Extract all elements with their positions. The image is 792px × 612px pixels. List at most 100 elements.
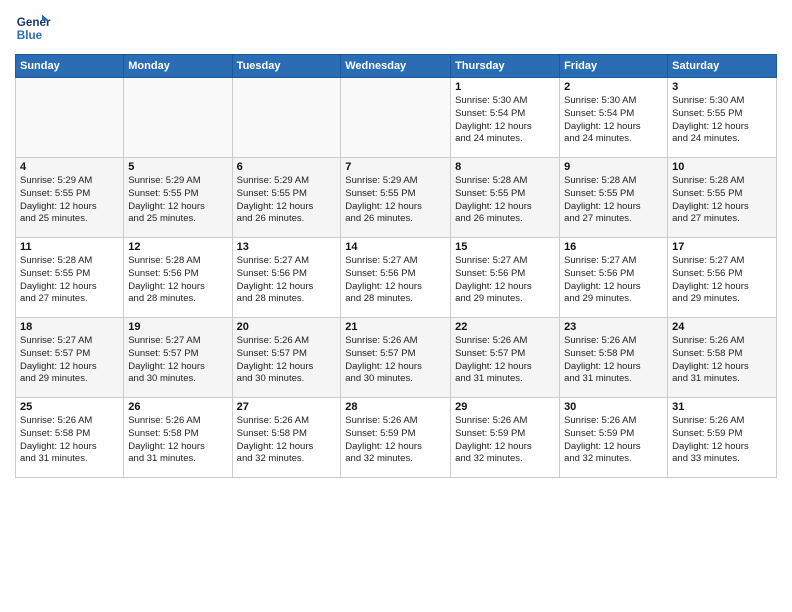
calendar-cell: 9 Sunrise: 5:28 AMSunset: 5:55 PMDaylight… (560, 158, 668, 238)
day-info: Sunrise: 5:27 AMSunset: 5:56 PMDaylight:… (564, 255, 663, 306)
calendar-table: SundayMondayTuesdayWednesdayThursdayFrid… (15, 54, 777, 478)
day-info: Sunrise: 5:27 AMSunset: 5:56 PMDaylight:… (237, 255, 337, 306)
day-number: 8 (455, 161, 555, 173)
day-number: 3 (672, 81, 772, 93)
calendar-cell (341, 78, 451, 158)
day-info: Sunrise: 5:30 AMSunset: 5:54 PMDaylight:… (564, 95, 663, 146)
calendar-cell: 12 Sunrise: 5:28 AMSunset: 5:56 PMDayligh… (124, 238, 232, 318)
calendar-cell: 6 Sunrise: 5:29 AMSunset: 5:55 PMDaylight… (232, 158, 341, 238)
day-info: Sunrise: 5:28 AMSunset: 5:55 PMDaylight:… (455, 175, 555, 226)
calendar-cell (124, 78, 232, 158)
day-number: 17 (672, 241, 772, 253)
calendar-cell: 23Sunrise: 5:26 AMSunset: 5:58 PMDayligh… (560, 318, 668, 398)
calendar-cell: 31 Sunrise: 5:26 AMSunset: 5:59 PMDayligh… (668, 398, 777, 478)
day-info: Sunrise: 5:26 AMSunset: 5:59 PMDaylight:… (564, 415, 663, 466)
day-number: 1 (455, 81, 555, 93)
day-number: 25 (20, 401, 119, 413)
day-info: Sunrise: 5:26 AMSunset: 5:59 PMDaylight:… (672, 415, 772, 466)
day-info: Sunrise: 5:27 AMSunset: 5:56 PMDaylight:… (455, 255, 555, 306)
day-info: Sunrise: 5:27 AMSunset: 5:57 PMDaylight:… (128, 335, 227, 386)
calendar-cell: 30 Sunrise: 5:26 AMSunset: 5:59 PMDayligh… (560, 398, 668, 478)
day-number: 10 (672, 161, 772, 173)
day-number: 2 (564, 81, 663, 93)
day-info: Sunrise: 5:26 AMSunset: 5:57 PMDaylight:… (455, 335, 555, 386)
day-number: 4 (20, 161, 119, 173)
logo-icon: General Blue (15, 10, 51, 46)
calendar-cell: 14 Sunrise: 5:27 AMSunset: 5:56 PMDayligh… (341, 238, 451, 318)
calendar-cell: 19 Sunrise: 5:27 AMSunset: 5:57 PMDayligh… (124, 318, 232, 398)
day-number: 11 (20, 241, 119, 253)
day-info: Sunrise: 5:30 AMSunset: 5:54 PMDaylight:… (455, 95, 555, 146)
week-row-4: 25 Sunrise: 5:26 AMSunset: 5:58 PMDayligh… (16, 398, 777, 478)
header-thursday: Thursday (451, 55, 560, 78)
day-number: 29 (455, 401, 555, 413)
calendar-cell: 24 Sunrise: 5:26 AMSunset: 5:58 PMDayligh… (668, 318, 777, 398)
day-number: 30 (564, 401, 663, 413)
day-info: Sunrise: 5:27 AMSunset: 5:56 PMDaylight:… (672, 255, 772, 306)
header-saturday: Saturday (668, 55, 777, 78)
calendar-cell: 27 Sunrise: 5:26 AMSunset: 5:58 PMDayligh… (232, 398, 341, 478)
day-number: 14 (345, 241, 446, 253)
calendar-cell: 16 Sunrise: 5:27 AMSunset: 5:56 PMDayligh… (560, 238, 668, 318)
day-info: Sunrise: 5:29 AMSunset: 5:55 PMDaylight:… (237, 175, 337, 226)
day-number: 26 (128, 401, 227, 413)
day-number: 21 (345, 321, 446, 333)
day-info: Sunrise: 5:26 AMSunset: 5:59 PMDaylight:… (345, 415, 446, 466)
calendar-cell: 4 Sunrise: 5:29 AMSunset: 5:55 PMDaylight… (16, 158, 124, 238)
calendar-cell: 21 Sunrise: 5:26 AMSunset: 5:57 PMDayligh… (341, 318, 451, 398)
week-row-2: 11 Sunrise: 5:28 AMSunset: 5:55 PMDayligh… (16, 238, 777, 318)
day-info: Sunrise: 5:29 AMSunset: 5:55 PMDaylight:… (128, 175, 227, 226)
day-info: Sunrise: 5:26 AMSunset: 5:58 PMDaylight:… (237, 415, 337, 466)
calendar-cell: 7 Sunrise: 5:29 AMSunset: 5:55 PMDaylight… (341, 158, 451, 238)
svg-text:Blue: Blue (17, 29, 43, 42)
day-number: 22 (455, 321, 555, 333)
day-number: 28 (345, 401, 446, 413)
header-sunday: Sunday (16, 55, 124, 78)
day-info: Sunrise: 5:26 AMSunset: 5:57 PMDaylight:… (345, 335, 446, 386)
calendar-cell: 29 Sunrise: 5:26 AMSunset: 5:59 PMDayligh… (451, 398, 560, 478)
calendar-cell: 15 Sunrise: 5:27 AMSunset: 5:56 PMDayligh… (451, 238, 560, 318)
day-number: 31 (672, 401, 772, 413)
calendar-cell: 10Sunrise: 5:28 AMSunset: 5:55 PMDayligh… (668, 158, 777, 238)
day-info: Sunrise: 5:29 AMSunset: 5:55 PMDaylight:… (20, 175, 119, 226)
day-info: Sunrise: 5:28 AMSunset: 5:55 PMDaylight:… (564, 175, 663, 226)
day-number: 13 (237, 241, 337, 253)
calendar-cell: 26 Sunrise: 5:26 AMSunset: 5:58 PMDayligh… (124, 398, 232, 478)
calendar-cell: 5 Sunrise: 5:29 AMSunset: 5:55 PMDaylight… (124, 158, 232, 238)
page-header: General Blue (15, 10, 777, 46)
header-wednesday: Wednesday (341, 55, 451, 78)
day-number: 20 (237, 321, 337, 333)
day-info: Sunrise: 5:26 AMSunset: 5:58 PMDaylight:… (672, 335, 772, 386)
day-number: 16 (564, 241, 663, 253)
calendar-header-row: SundayMondayTuesdayWednesdayThursdayFrid… (16, 55, 777, 78)
day-number: 9 (564, 161, 663, 173)
day-number: 24 (672, 321, 772, 333)
day-info: Sunrise: 5:26 AMSunset: 5:58 PMDaylight:… (128, 415, 227, 466)
day-number: 19 (128, 321, 227, 333)
day-info: Sunrise: 5:29 AMSunset: 5:55 PMDaylight:… (345, 175, 446, 226)
day-number: 6 (237, 161, 337, 173)
calendar-cell (16, 78, 124, 158)
calendar-cell: 1 Sunrise: 5:30 AMSunset: 5:54 PMDaylight… (451, 78, 560, 158)
calendar-cell: 18Sunrise: 5:27 AMSunset: 5:57 PMDayligh… (16, 318, 124, 398)
calendar-cell: 13 Sunrise: 5:27 AMSunset: 5:56 PMDayligh… (232, 238, 341, 318)
day-number: 15 (455, 241, 555, 253)
day-number: 5 (128, 161, 227, 173)
calendar-cell (232, 78, 341, 158)
header-friday: Friday (560, 55, 668, 78)
week-row-0: 1 Sunrise: 5:30 AMSunset: 5:54 PMDaylight… (16, 78, 777, 158)
calendar-cell: 17 Sunrise: 5:27 AMSunset: 5:56 PMDayligh… (668, 238, 777, 318)
day-info: Sunrise: 5:26 AMSunset: 5:59 PMDaylight:… (455, 415, 555, 466)
day-info: Sunrise: 5:27 AMSunset: 5:56 PMDaylight:… (345, 255, 446, 306)
day-info: Sunrise: 5:28 AMSunset: 5:56 PMDaylight:… (128, 255, 227, 306)
day-number: 27 (237, 401, 337, 413)
calendar-cell: 11 Sunrise: 5:28 AMSunset: 5:55 PMDayligh… (16, 238, 124, 318)
day-number: 7 (345, 161, 446, 173)
calendar-cell: 2 Sunrise: 5:30 AMSunset: 5:54 PMDaylight… (560, 78, 668, 158)
calendar-cell: 22 Sunrise: 5:26 AMSunset: 5:57 PMDayligh… (451, 318, 560, 398)
day-info: Sunrise: 5:28 AMSunset: 5:55 PMDaylight:… (20, 255, 119, 306)
calendar-cell: 25 Sunrise: 5:26 AMSunset: 5:58 PMDayligh… (16, 398, 124, 478)
day-info: Sunrise: 5:26 AMSunset: 5:58 PMDaylight:… (20, 415, 119, 466)
calendar-cell: 8 Sunrise: 5:28 AMSunset: 5:55 PMDaylight… (451, 158, 560, 238)
day-number: 12 (128, 241, 227, 253)
